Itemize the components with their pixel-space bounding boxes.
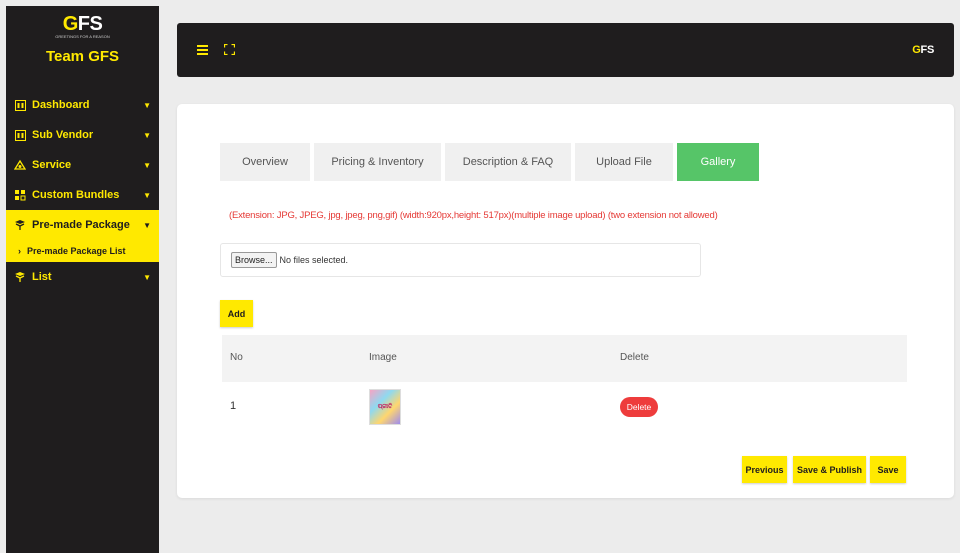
column-header-image: Image	[369, 352, 397, 363]
gallery-card: Overview Pricing & Inventory Description…	[177, 104, 954, 498]
sidebar-item-dashboard[interactable]: Dashboard ▼	[6, 90, 159, 120]
tab-bar: Overview Pricing & Inventory Description…	[220, 143, 763, 181]
tab-pricing-inventory[interactable]: Pricing & Inventory	[314, 143, 441, 181]
chevron-down-icon: ▼	[143, 220, 151, 230]
tab-gallery[interactable]: Gallery	[677, 143, 759, 181]
gallery-thumbnail: ପ୍ରୀତି	[369, 389, 401, 425]
sidebar-item-label: Service	[32, 159, 72, 171]
sidebar-item-sub-vendor[interactable]: Sub Vendor ▼	[6, 120, 159, 150]
bundles-icon	[14, 189, 26, 201]
chevron-right-icon: ›	[18, 246, 21, 256]
chevron-down-icon: ▼	[143, 130, 151, 140]
sidebar-item-list[interactable]: List ▼	[6, 262, 159, 292]
upload-note: (Extension: JPG, JPEG, jpg, jpeg, png,gi…	[229, 210, 718, 221]
grid-icon	[14, 129, 26, 141]
chevron-down-icon: ▼	[143, 100, 151, 110]
column-header-delete: Delete	[620, 352, 649, 363]
chevron-down-icon: ▼	[143, 272, 151, 282]
file-status: No files selected.	[279, 255, 349, 265]
service-icon	[14, 159, 26, 171]
column-header-no: No	[230, 352, 243, 363]
row-number: 1	[230, 400, 237, 412]
topbar-logo[interactable]: GFS	[912, 44, 934, 56]
brand-tagline: GREETINGS FOR A REASON	[55, 34, 110, 39]
brand: GFS GREETINGS FOR A REASON Team GFS	[6, 6, 159, 90]
sidebar-item-custom-bundles[interactable]: Custom Bundles ▼	[6, 180, 159, 210]
list-icon	[14, 271, 26, 283]
tab-description-faq[interactable]: Description & FAQ	[445, 143, 571, 181]
sidebar-item-label: Sub Vendor	[32, 129, 94, 141]
file-input[interactable]: Browse... No files selected.	[220, 243, 701, 277]
previous-button[interactable]: Previous	[742, 456, 787, 483]
sidebar-subitem-pre-made-package-list[interactable]: › Pre-made Package List	[6, 240, 159, 262]
sidebar-item-pre-made-package[interactable]: Pre-made Package ▼	[6, 210, 159, 240]
sidebar-item-service[interactable]: Service ▼	[6, 150, 159, 180]
save-button[interactable]: Save	[870, 456, 906, 483]
save-publish-button[interactable]: Save & Publish	[793, 456, 866, 483]
sidebar-subitem-label: Pre-made Package List	[27, 246, 126, 256]
expand-icon[interactable]	[223, 43, 236, 57]
table-header: No Image Delete	[222, 335, 907, 382]
sidebar-item-label: Custom Bundles	[32, 189, 120, 201]
grid-icon	[14, 99, 26, 111]
sidebar-item-label: List	[32, 271, 52, 283]
add-button[interactable]: Add	[220, 300, 253, 327]
sidebar-item-label: Dashboard	[32, 99, 90, 111]
delete-button[interactable]: Delete	[620, 397, 658, 417]
package-icon	[14, 219, 26, 231]
chevron-down-icon: ▼	[143, 190, 151, 200]
hamburger-icon[interactable]	[197, 44, 208, 57]
sidebar-item-label: Pre-made Package	[32, 219, 130, 231]
table-row: 1 ପ୍ରୀତି Delete	[222, 382, 907, 432]
topbar: GFS	[177, 23, 954, 77]
browse-button[interactable]: Browse...	[231, 252, 277, 268]
tab-upload-file[interactable]: Upload File	[575, 143, 673, 181]
sidebar: GFS GREETINGS FOR A REASON Team GFS Dash…	[6, 6, 159, 553]
chevron-down-icon: ▼	[143, 160, 151, 170]
brand-logo[interactable]: GFS	[6, 14, 159, 34]
brand-name: Team GFS	[45, 48, 120, 65]
tab-overview[interactable]: Overview	[220, 143, 310, 181]
thumbnail-text: ପ୍ରୀତି	[377, 403, 393, 410]
